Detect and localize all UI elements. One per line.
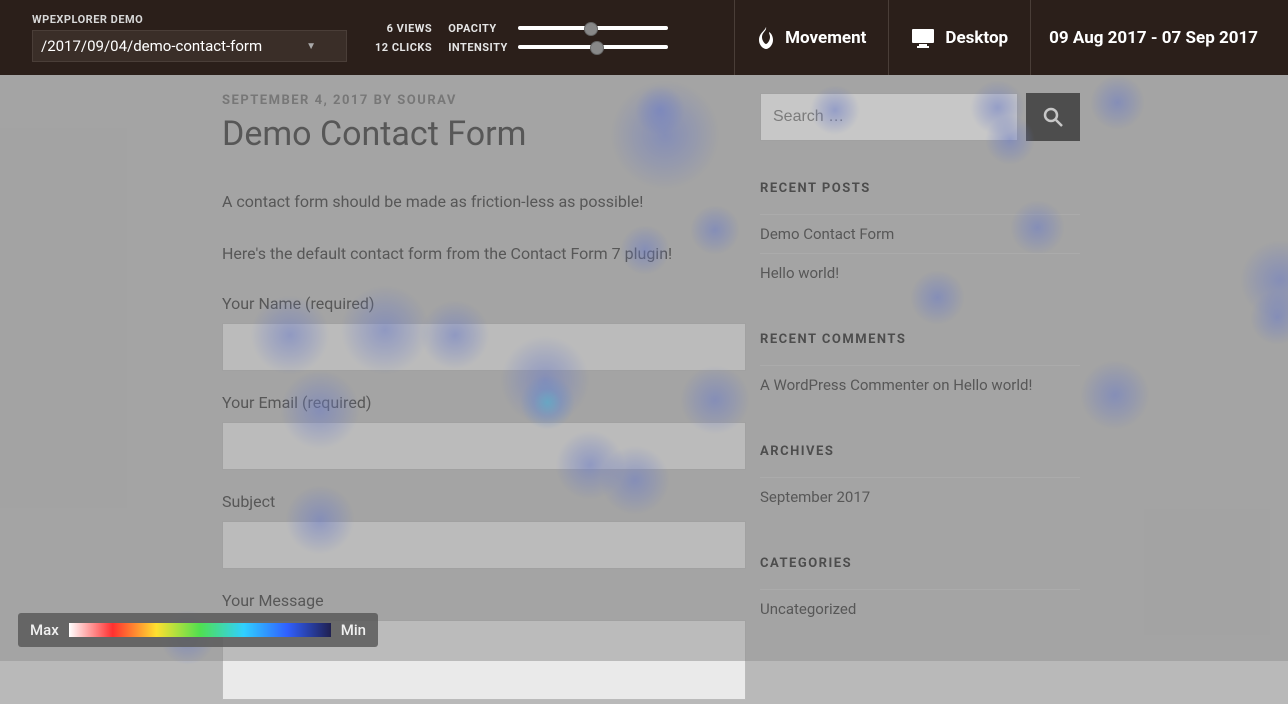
post-paragraph-2: Here's the default contact form from the… — [222, 242, 710, 266]
desktop-tab[interactable]: Desktop — [888, 0, 1030, 75]
chevron-down-icon: ▼ — [306, 41, 316, 52]
subject-field-label: Subject — [222, 492, 710, 511]
email-input[interactable] — [222, 422, 746, 470]
name-input[interactable] — [222, 323, 746, 371]
list-item[interactable]: Uncategorized — [760, 589, 1080, 628]
recent-comments-heading: RECENT COMMENTS — [760, 332, 1080, 347]
clicks-count: 12 CLICKS — [375, 41, 432, 54]
search-widget — [760, 93, 1080, 141]
legend-min-label: Min — [341, 621, 366, 639]
site-selector-block: WPEXPLORER DEMO /2017/09/04/demo-contact… — [32, 13, 347, 62]
archives-list: September 2017 — [760, 477, 1080, 516]
recent-posts-heading: RECENT POSTS — [760, 181, 1080, 196]
categories-heading: CATEGORIES — [760, 556, 1080, 571]
analytics-topbar: WPEXPLORER DEMO /2017/09/04/demo-contact… — [0, 0, 1288, 75]
movement-tab[interactable]: Movement — [734, 0, 888, 75]
topbar-right: Movement Desktop 09 Aug 2017 - 07 Sep 20… — [734, 0, 1276, 75]
views-count: 6 VIEWS — [375, 22, 432, 35]
desktop-label: Desktop — [945, 28, 1008, 48]
search-input[interactable] — [760, 93, 1018, 141]
intensity-label: INTENSITY — [448, 41, 508, 54]
list-item[interactable]: September 2017 — [760, 477, 1080, 516]
archives-heading: ARCHIVES — [760, 444, 1080, 459]
flame-icon — [757, 27, 775, 49]
desktop-icon — [911, 28, 935, 48]
recent-posts-list: Demo Contact Form Hello world! — [760, 214, 1080, 292]
post-paragraph-1: A contact form should be made as frictio… — [222, 190, 710, 214]
list-item[interactable]: Hello world! — [760, 253, 1080, 292]
date-range-picker[interactable]: 09 Aug 2017 - 07 Sep 2017 — [1030, 0, 1276, 75]
site-label: WPEXPLORER DEMO — [32, 13, 347, 26]
page-url-dropdown[interactable]: /2017/09/04/demo-contact-form ▼ — [32, 30, 347, 62]
name-field-label: Your Name (required) — [222, 294, 710, 313]
opacity-label: OPACITY — [448, 22, 508, 35]
subject-input[interactable] — [222, 521, 746, 569]
post-title: Demo Contact Form — [222, 114, 710, 154]
sliders-column: OPACITY INTENSITY — [448, 22, 668, 54]
page-heatmap-area: SEPTEMBER 4, 2017 BY SOURAV Demo Contact… — [0, 75, 1288, 661]
stats-column: 6 VIEWS 12 CLICKS — [375, 22, 432, 54]
message-field-label: Your Message — [222, 591, 710, 610]
legend-gradient — [69, 623, 331, 637]
page-url-value: /2017/09/04/demo-contact-form — [41, 37, 262, 55]
recent-comment-item[interactable]: A WordPress Commenter on Hello world! — [760, 365, 1080, 404]
list-item[interactable]: Demo Contact Form — [760, 214, 1080, 253]
opacity-slider[interactable] — [518, 22, 668, 34]
date-range-value: 09 Aug 2017 - 07 Sep 2017 — [1049, 28, 1258, 48]
intensity-slider[interactable] — [518, 41, 668, 53]
heatmap-legend: Max Min — [18, 613, 378, 647]
sidebar: RECENT POSTS Demo Contact Form Hello wor… — [760, 93, 1090, 661]
categories-list: Uncategorized — [760, 589, 1080, 628]
movement-label: Movement — [785, 28, 866, 48]
post-content: SEPTEMBER 4, 2017 BY SOURAV Demo Contact… — [0, 93, 760, 661]
email-field-label: Your Email (required) — [222, 393, 710, 412]
search-button[interactable] — [1026, 93, 1080, 141]
post-meta: SEPTEMBER 4, 2017 BY SOURAV — [222, 93, 710, 108]
legend-max-label: Max — [30, 621, 59, 639]
search-icon — [1042, 106, 1064, 128]
